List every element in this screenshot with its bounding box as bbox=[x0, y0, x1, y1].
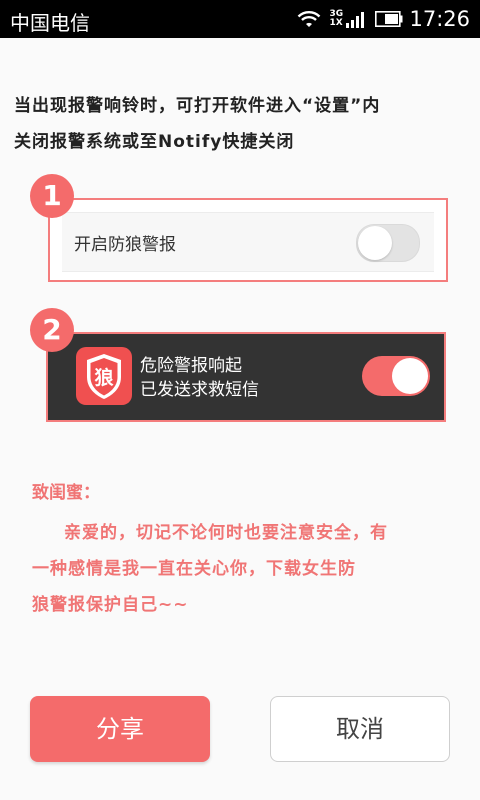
share-button[interactable]: 分享 bbox=[30, 696, 210, 762]
signal-icon bbox=[346, 12, 365, 28]
letter-line-1: 亲爱的，切记不论何时也要注意安全，有 bbox=[64, 523, 388, 543]
letter-body: 亲爱的，切记不论何时也要注意安全，有 一种感情是我一直在关心你，下载女生防 狼警… bbox=[32, 515, 452, 623]
letter-salutation: 致闺蜜： bbox=[32, 483, 100, 503]
letter-line-3: 狼警报保护自己~~ bbox=[32, 595, 189, 615]
app-icon: 狼 bbox=[76, 347, 132, 405]
instruction-text: 当出现报警响铃时，可打开软件进入“设置”内 关闭报警系统或至Notify快捷关闭 bbox=[14, 88, 470, 160]
notification-text: 危险警报响起 已发送求救短信 bbox=[140, 354, 259, 402]
letter-line-2: 一种感情是我一直在关心你，下载女生防 bbox=[32, 559, 356, 579]
instruction-line-1: 当出现报警响铃时，可打开软件进入“设置”内 bbox=[14, 96, 381, 116]
network-type: 3G 1X bbox=[329, 10, 345, 28]
wifi-icon bbox=[298, 11, 321, 27]
app-icon-glyph: 狼 bbox=[94, 366, 114, 389]
step-1-settings-card: 开启防狼警报 bbox=[48, 198, 448, 282]
shield-icon: 狼 bbox=[87, 354, 121, 399]
toggle-knob bbox=[392, 358, 428, 394]
alarm-setting-label: 开启防狼警报 bbox=[74, 235, 176, 255]
letter-to-friend: 致闺蜜： 亲爱的，切记不论何时也要注意安全，有 一种感情是我一直在关心你，下载女… bbox=[32, 478, 452, 623]
step-2-badge: 2 bbox=[30, 308, 74, 352]
step-1-badge: 1 bbox=[30, 174, 74, 218]
alarm-toggle-off[interactable] bbox=[356, 224, 420, 262]
step-2-notification-card[interactable]: 狼 危险警报响起 已发送求救短信 bbox=[46, 332, 446, 422]
status-icons: 3G 1X 17:26 bbox=[297, 5, 470, 33]
clock: 17:26 bbox=[409, 7, 470, 31]
alarm-toggle-on[interactable] bbox=[362, 356, 430, 396]
network-type-bottom: 1X bbox=[329, 18, 343, 28]
toggle-knob bbox=[358, 226, 392, 260]
alarm-setting-row[interactable]: 开启防狼警报 bbox=[62, 212, 434, 272]
status-bar: 中国电信 3G 1X 17:26 bbox=[0, 0, 480, 38]
carrier-name: 中国电信 bbox=[10, 11, 90, 35]
battery-icon bbox=[375, 11, 403, 27]
notification-line-2: 已发送求救短信 bbox=[140, 380, 259, 400]
cancel-button[interactable]: 取消 bbox=[270, 696, 450, 762]
notification-line-1: 危险警报响起 bbox=[140, 356, 242, 376]
instruction-line-2: 关闭报警系统或至Notify快捷关闭 bbox=[14, 132, 295, 152]
